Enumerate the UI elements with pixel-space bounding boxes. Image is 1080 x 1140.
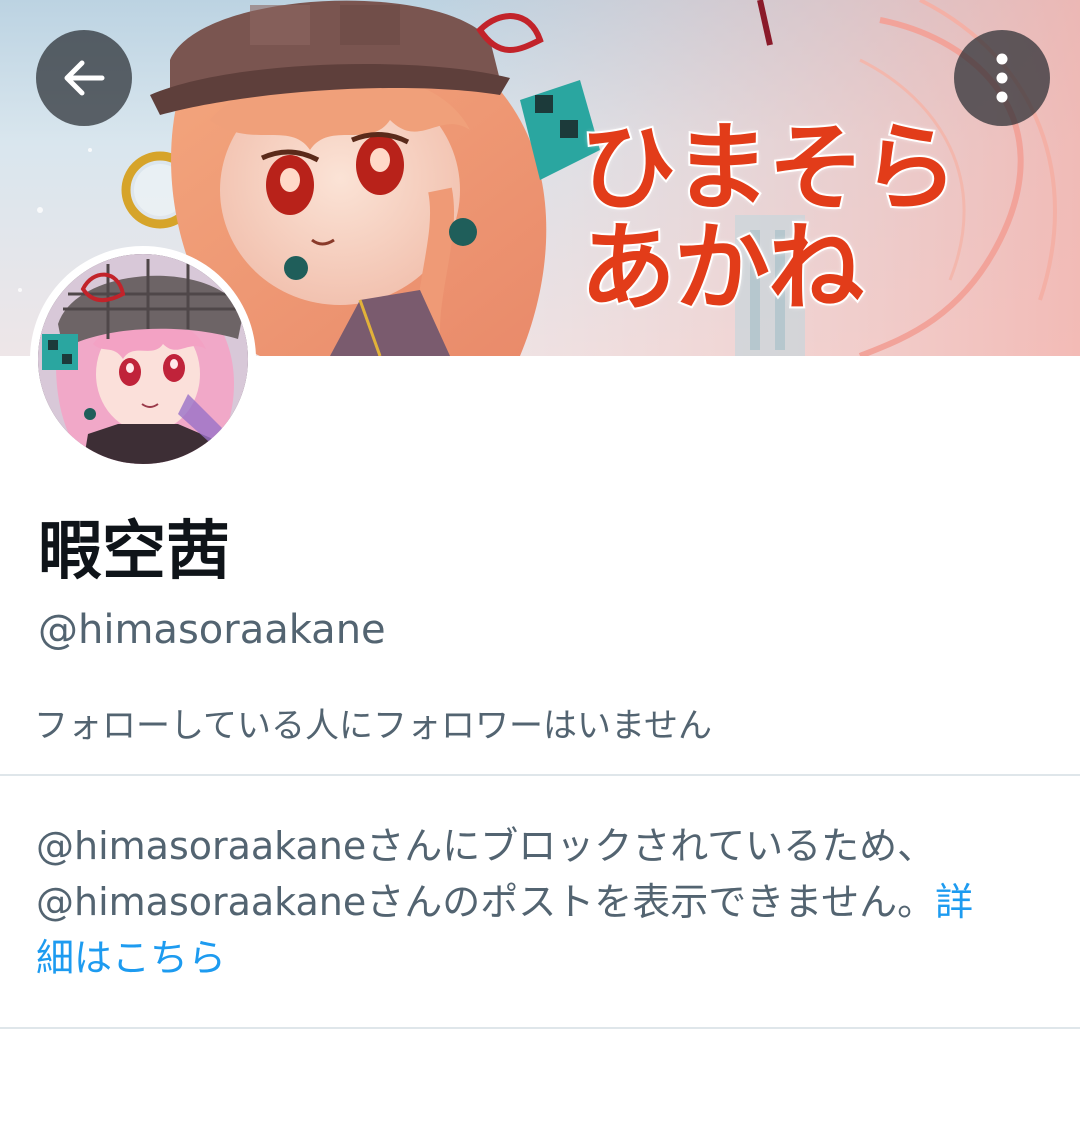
banner-title: ひまそら あかね xyxy=(578,112,1000,324)
divider xyxy=(0,774,1080,776)
blocked-message-line2: @himasoraakaneさんのポストを表示できません。詳 xyxy=(36,874,1036,930)
display-name: 暇空茜 xyxy=(38,515,230,589)
learn-more-link-part1[interactable]: 詳 xyxy=(935,880,973,924)
blocked-message-line2-text: @himasoraakaneさんのポストを表示できません。 xyxy=(36,880,936,924)
profile-page: ひまそら あかね 暇空茜 @himasoraakane フォローしている人にフォ… xyxy=(0,0,1080,1140)
learn-more-link[interactable]: 細はこちら xyxy=(36,930,1036,986)
blocked-message: @himasoraakaneさんにブロックされているため、 @himasoraa… xyxy=(36,818,1036,986)
divider xyxy=(0,1027,1080,1029)
more-options-button[interactable] xyxy=(954,30,1050,126)
profile-avatar[interactable] xyxy=(30,246,256,472)
banner-title-line2: あかね xyxy=(578,212,866,324)
avatar-image xyxy=(38,254,248,464)
blocked-message-line1: @himasoraakaneさんにブロックされているため、 xyxy=(36,824,936,868)
more-vertical-icon xyxy=(996,53,1008,103)
back-button[interactable] xyxy=(36,30,132,126)
user-handle: @himasoraakane xyxy=(38,607,386,653)
followers-you-know-note: フォローしている人にフォロワーはいません xyxy=(34,706,712,746)
banner-title-line1: ひまそら xyxy=(578,112,960,224)
arrow-left-icon xyxy=(64,60,105,96)
